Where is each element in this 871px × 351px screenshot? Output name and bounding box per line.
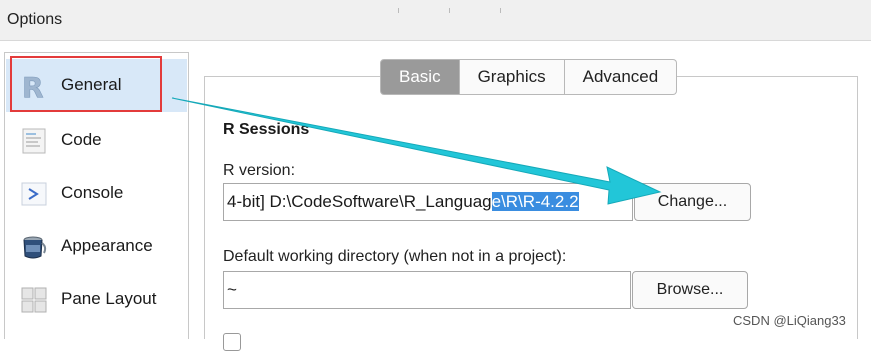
sidebar-item-appearance[interactable]: Appearance [6,220,187,273]
r-version-text: 4-bit] D:\CodeSoftware\R_Languag [227,192,492,211]
tab-graphics[interactable]: Graphics [459,59,565,95]
sidebar-item-console[interactable]: Console [6,167,187,220]
sidebar-item-label: Appearance [61,236,153,255]
pane-layout-icon [20,286,48,314]
annotation-highlight-box [10,56,162,112]
watermark: CSDN @LiQiang33 [733,313,846,328]
browse-button[interactable]: Browse... [632,271,748,309]
paint-bucket-icon [20,233,48,261]
tab-basic[interactable]: Basic [380,59,460,95]
sidebar-item-label: Pane Layout [61,289,157,308]
change-button[interactable]: Change... [634,183,751,221]
working-directory-label: Default working directory (when not in a… [223,248,567,265]
sidebar-item-label: Code [61,130,102,149]
section-heading: R Sessions [223,121,310,138]
r-version-selected-text: e\R\R-4.2.2 [491,192,579,211]
title-bar-decoration [398,0,558,13]
window-title: Options [7,11,63,28]
title-bar: Options [0,0,871,41]
sidebar-item-code[interactable]: Code [6,114,187,167]
r-version-field[interactable]: 4-bit] D:\CodeSoftware\R_Language\R\R-4.… [223,183,633,221]
sidebar-item-label: Console [61,183,124,202]
working-directory-field[interactable]: ~ [223,271,631,309]
sidebar-item-pane-layout[interactable]: Pane Layout [6,273,187,326]
tab-advanced[interactable]: Advanced [564,59,678,95]
r-version-label: R version: [223,162,296,179]
option-checkbox[interactable] [223,333,241,351]
tab-bar: Basic Graphics Advanced [380,59,678,95]
console-prompt-icon [20,180,48,208]
code-document-icon [20,127,48,155]
